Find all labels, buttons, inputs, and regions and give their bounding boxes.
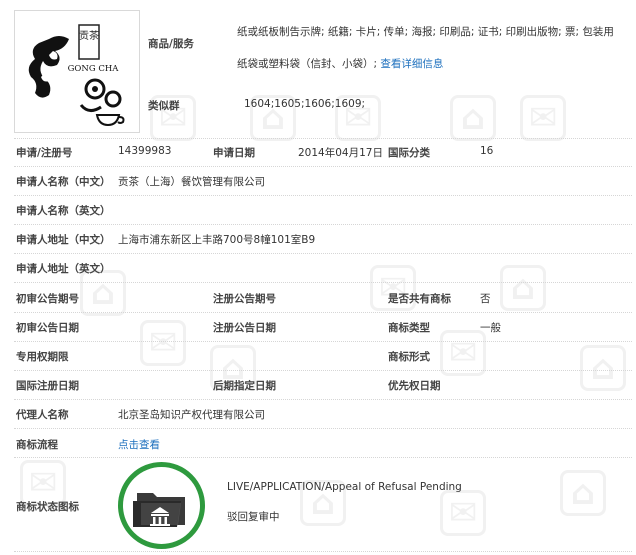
reg-pub-no-label: 注册公告期号 bbox=[213, 293, 276, 305]
applicant-en-label: 申请人名称（英文） bbox=[16, 205, 111, 217]
exclusive-period-label: 专用权期限 bbox=[16, 351, 69, 363]
row-divider bbox=[14, 428, 632, 429]
goods-services-text: 纸或纸板制告示牌; 纸籍; 卡片; 传单; 海报; 印刷品; 证书; 印刷出版物… bbox=[237, 16, 622, 80]
prelim-pub-no-label: 初审公告期号 bbox=[16, 293, 79, 305]
similar-group-label: 类似群 bbox=[148, 100, 180, 112]
address-cn-value: 上海市浦东新区上丰路700号8幢101室B9 bbox=[118, 234, 316, 246]
status-badge bbox=[118, 462, 205, 549]
row-divider bbox=[14, 253, 632, 254]
reg-no-value: 14399983 bbox=[118, 145, 172, 157]
row-divider bbox=[14, 399, 632, 400]
row-divider bbox=[14, 224, 632, 225]
row-divider bbox=[14, 195, 632, 196]
row-divider bbox=[14, 312, 632, 313]
intl-class-label: 国际分类 bbox=[388, 147, 430, 159]
reg-no-label: 申请/注册号 bbox=[16, 147, 73, 159]
mark-type-label: 商标类型 bbox=[388, 322, 430, 334]
row-divider bbox=[14, 282, 632, 283]
reg-pub-date-label: 注册公告日期 bbox=[213, 322, 276, 334]
row-divider bbox=[14, 370, 632, 371]
agent-label: 代理人名称 bbox=[16, 409, 69, 421]
intl-reg-date-label: 国际注册日期 bbox=[16, 380, 79, 392]
applicant-cn-value: 贡茶（上海）餐饮管理有限公司 bbox=[118, 176, 265, 188]
similar-group-value: 1604;1605;1606;1609; bbox=[244, 98, 366, 110]
address-cn-label: 申请人地址（中文） bbox=[16, 234, 111, 246]
status-cn-text: 驳回复审中 bbox=[227, 511, 280, 523]
app-date-value: 2014年04月17日 bbox=[298, 147, 383, 159]
mark-type-value: 一般 bbox=[480, 322, 501, 334]
later-designation-date-label: 后期指定日期 bbox=[213, 380, 276, 392]
goods-services-label: 商品/服务 bbox=[148, 38, 194, 50]
row-divider bbox=[14, 341, 632, 342]
status-en-text: LIVE/APPLICATION/Appeal of Refusal Pendi… bbox=[227, 481, 462, 493]
agent-value: 北京圣岛知识产权代理有限公司 bbox=[118, 409, 265, 421]
app-date-label: 申请日期 bbox=[213, 147, 255, 159]
prelim-pub-date-label: 初审公告日期 bbox=[16, 322, 79, 334]
trademark-image: 贡茶 GONG CHA bbox=[14, 10, 140, 133]
logo-seal-text: 贡茶 bbox=[79, 29, 99, 42]
intl-class-value: 16 bbox=[480, 145, 494, 157]
row-divider bbox=[14, 551, 632, 552]
mark-form-label: 商标形式 bbox=[388, 351, 430, 363]
shared-mark-value: 否 bbox=[480, 293, 491, 305]
priority-date-label: 优先权日期 bbox=[388, 380, 441, 392]
status-icon-label: 商标状态图标 bbox=[16, 501, 79, 513]
process-label: 商标流程 bbox=[16, 439, 58, 451]
row-divider bbox=[14, 138, 632, 139]
row-divider bbox=[14, 457, 632, 458]
shared-mark-label: 是否共有商标 bbox=[388, 293, 451, 305]
logo-en-text: GONG CHA bbox=[68, 64, 120, 74]
address-en-label: 申请人地址（英文） bbox=[16, 263, 111, 275]
row-divider bbox=[14, 166, 632, 167]
folder-courthouse-icon bbox=[133, 493, 185, 527]
gong-cha-logo-icon: 贡茶 GONG CHA bbox=[28, 24, 125, 127]
applicant-cn-label: 申请人名称（中文） bbox=[16, 176, 111, 188]
process-view-link[interactable]: 点击查看 bbox=[118, 437, 160, 452]
view-details-link[interactable]: 查看详细信息 bbox=[380, 58, 443, 70]
